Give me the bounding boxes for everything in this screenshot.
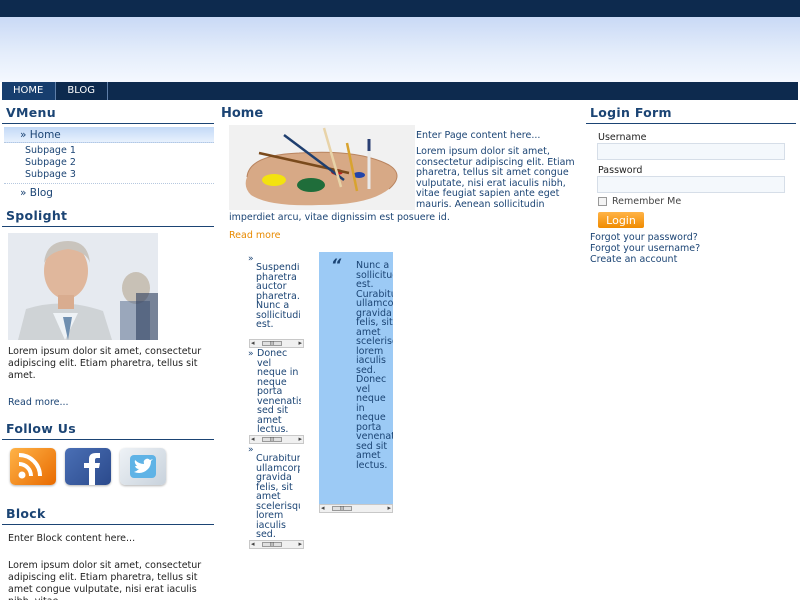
- rss-icon[interactable]: [10, 448, 56, 485]
- block-text: Lorem ipsum dolor sit amet, consectetur …: [8, 560, 202, 600]
- horizontal-scrollbar[interactable]: ◂ III ▸: [319, 504, 393, 513]
- scroll-left-icon[interactable]: ◂: [251, 435, 255, 443]
- twitter-icon[interactable]: [120, 448, 166, 485]
- quote-icon: “: [331, 255, 342, 274]
- horizontal-scrollbar[interactable]: ◂ III ▸: [249, 540, 304, 549]
- scroll-right-icon[interactable]: ▸: [387, 504, 391, 512]
- scroll-thumb[interactable]: III: [262, 341, 282, 347]
- vmenu-item-blog[interactable]: » Blog: [4, 184, 214, 200]
- block-title: Block: [2, 501, 214, 525]
- spotlight-image: [8, 233, 158, 340]
- nav-home[interactable]: HOME: [2, 82, 57, 100]
- quote-text: Nunc a sollicitudin est. Curabitur ullam…: [356, 261, 393, 470]
- quote-box: “ Nunc a sollicitudin est. Curabitur ull…: [319, 252, 393, 513]
- list-item-text: Donec vel neque in neque porta venenatis…: [257, 349, 301, 435]
- page-paragraph-end: imperdiet arcu, vitae dignissim est posu…: [229, 212, 450, 223]
- scroll-right-icon[interactable]: ▸: [298, 339, 302, 347]
- right-sidebar: Login Form Username Password Remember Me…: [586, 100, 796, 265]
- scroll-thumb[interactable]: III: [332, 506, 352, 512]
- scroll-left-icon[interactable]: ◂: [251, 339, 255, 347]
- page-paragraph: Lorem ipsum dolor sit amet, consectetur …: [416, 146, 575, 210]
- left-sidebar: VMenu » Home Subpage 1 Subpage 2 Subpage…: [2, 100, 214, 600]
- spotlight-text: Lorem ipsum dolor sit amet, consectetur …: [8, 346, 202, 381]
- horizontal-scrollbar[interactable]: ◂ III ▸: [249, 435, 304, 444]
- bullet-icon: »: [248, 349, 254, 359]
- follow-us-title: Follow Us: [2, 416, 214, 440]
- vmenu-subpage-1[interactable]: Subpage 1: [4, 145, 214, 157]
- page-read-more-link[interactable]: Read more: [229, 230, 281, 241]
- forgot-password-link[interactable]: Forgot your password?: [586, 232, 796, 243]
- nav-blog[interactable]: BLOG: [56, 82, 109, 100]
- vmenu-title: VMenu: [2, 100, 214, 124]
- create-account-link[interactable]: Create an account: [586, 254, 796, 265]
- login-button[interactable]: Login: [598, 212, 644, 228]
- spotlight-title: Spolight: [2, 203, 214, 227]
- list-item-text: Curabitur ullamcorper gravida felis, sit…: [256, 454, 300, 540]
- palette-image: [229, 125, 415, 210]
- top-bar: [0, 0, 800, 17]
- login-links: Forgot your password? Forgot your userna…: [586, 232, 796, 265]
- horizontal-scrollbar[interactable]: ◂ III ▸: [249, 339, 304, 348]
- username-field[interactable]: [597, 143, 785, 160]
- scroll-left-icon[interactable]: ◂: [251, 540, 255, 548]
- username-label: Username: [598, 132, 647, 143]
- block-intro: Enter Block content here...: [8, 533, 136, 544]
- password-field[interactable]: [597, 176, 785, 193]
- remember-me-label: Remember Me: [612, 196, 682, 207]
- vmenu-subpage-2[interactable]: Subpage 2: [4, 157, 214, 169]
- spotlight-read-more-link[interactable]: Read more...: [2, 397, 214, 408]
- main-nav: HOME BLOG: [2, 82, 798, 100]
- page-title: Home: [221, 106, 264, 121]
- vmenu-submenu: Subpage 1 Subpage 2 Subpage 3: [4, 143, 214, 184]
- vmenu-item-home[interactable]: » Home: [4, 127, 214, 143]
- facebook-icon[interactable]: [65, 448, 111, 485]
- remember-me: Remember Me: [598, 196, 796, 207]
- remember-me-checkbox[interactable]: [598, 197, 607, 206]
- scroll-thumb[interactable]: III: [262, 542, 282, 548]
- password-label: Password: [598, 165, 643, 176]
- main-content: Home Enter Page content here... Lorem ip…: [218, 100, 584, 549]
- scroll-left-icon[interactable]: ◂: [321, 504, 325, 512]
- login-form-title: Login Form: [586, 100, 796, 124]
- forgot-username-link[interactable]: Forgot your username?: [586, 243, 796, 254]
- scroll-right-icon[interactable]: ▸: [298, 540, 302, 548]
- social-icons: [10, 448, 214, 485]
- vmenu-subpage-3[interactable]: Subpage 3: [4, 169, 214, 181]
- list-item-text: Suspendisse pharetra auctor pharetra. Nu…: [256, 263, 300, 330]
- page-intro: Enter Page content here...: [416, 130, 541, 141]
- scroll-right-icon[interactable]: ▸: [298, 435, 302, 443]
- header-banner: [0, 17, 800, 82]
- scroll-thumb[interactable]: III: [262, 437, 282, 443]
